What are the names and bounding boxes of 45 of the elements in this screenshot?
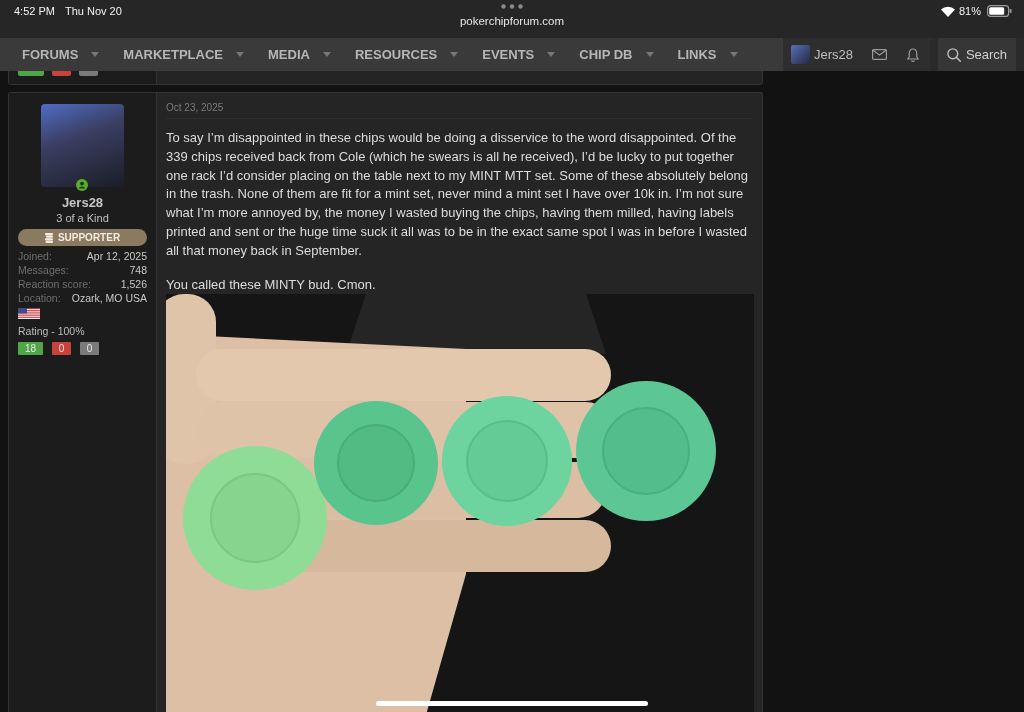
flag-icon (18, 308, 40, 319)
stat-label: Joined: (18, 249, 52, 263)
battery-icon (987, 5, 1012, 17)
nav-tab[interactable]: MARKETPLACE (123, 47, 244, 62)
wifi-icon (940, 6, 955, 17)
nav-tab[interactable]: FORUMS (22, 47, 100, 62)
stat-label: Messages: (18, 263, 69, 277)
user-menu-button[interactable]: Jers28 (791, 45, 854, 64)
battery-percent: 81% (958, 5, 981, 17)
stat-label: Location: (18, 291, 61, 305)
nav-tab[interactable]: EVENTS (482, 47, 556, 62)
stat-value: 1,526 (120, 277, 147, 291)
mail-icon[interactable] (872, 49, 888, 60)
rating-badge (52, 71, 71, 76)
status-time: 4:52 PM (14, 5, 55, 17)
rating-badge (18, 71, 44, 76)
rating-count: 0 (52, 342, 71, 355)
post-date[interactable]: Oct 23, 2025 (166, 102, 753, 119)
search-button[interactable]: Search (938, 38, 1016, 71)
rating-count: 0 (80, 342, 99, 355)
rating-text: Rating - 100% (18, 324, 86, 338)
bell-icon[interactable] (907, 47, 920, 62)
address-url[interactable]: pokerchipforum.com (459, 15, 565, 27)
nav-tab[interactable]: CHIP DB (579, 47, 654, 62)
coin-stack-icon (44, 232, 53, 243)
stat-value: 748 (129, 263, 147, 277)
rating-badge (79, 71, 98, 76)
stat-value: Ozark, MO USA (71, 291, 147, 305)
stat-label: Reaction score: (18, 277, 91, 291)
search-icon (946, 47, 961, 62)
post-paragraph: To say I’m disappointed in these chips would be doing a disservice to the word disappointed. Of the 339 chips received back from Cole (which he swears is all he received), I’d be lucky to put together one rack I’d consider placing on the table next to my MINT MTT set. Some of these absolutely belong in the trash. None of them are fit for a mint set, never mind a mint set I have over 10k in. I’m not sure what I’m more annoyed by, the money I wasted buying the chips, having them milled, having labels printed and sent or the huge time suck it all was to be in the exact same spot I was in before I wasted all that money back in September. (166, 129, 749, 260)
author-rank: 3 of a Kind (55, 211, 110, 225)
nav-tab[interactable]: LINKS (677, 47, 738, 62)
post-paragraph: You called these MINTY bud. Cmon. (166, 275, 377, 294)
avatar-photo[interactable] (41, 104, 124, 187)
avatar-photo (791, 45, 810, 64)
author-name[interactable]: Jers28 (18, 195, 147, 211)
status-date: Thu Nov 20 (64, 5, 122, 17)
rating-count: 18 (18, 342, 43, 355)
stat-value: Apr 12, 2025 (86, 249, 147, 263)
more-dots-icon[interactable] (501, 4, 523, 9)
nav-tab[interactable]: RESOURCES (354, 47, 459, 62)
nav-tab[interactable]: MEDIA (268, 47, 331, 62)
username: Jers28 (814, 47, 854, 62)
badge-label: SUPPORTER (57, 232, 121, 243)
